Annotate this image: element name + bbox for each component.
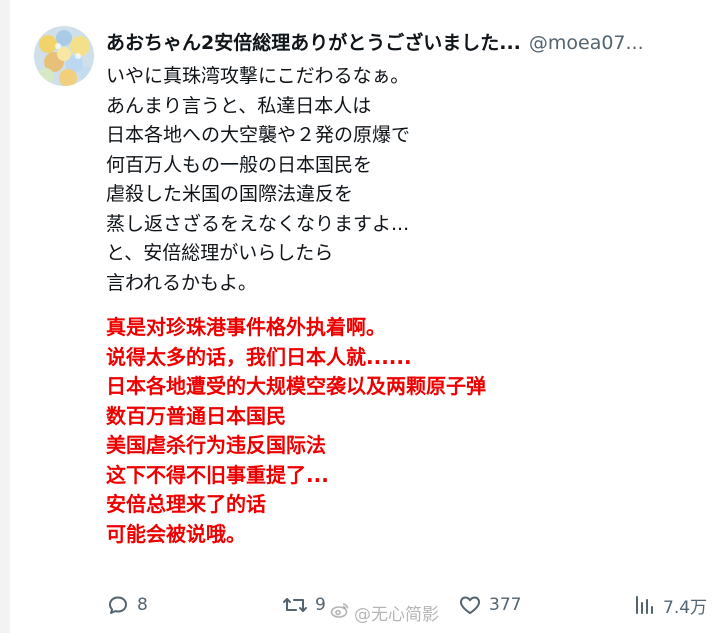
like-count: 377 [489,595,522,615]
tweet-line: 何百万人もの一般の日本国民を [106,153,373,176]
avatar[interactable] [34,26,94,86]
tweet-line: と、安倍総理がいらしたら [106,242,334,264]
weibo-watermark: @无心简影 [330,599,439,625]
tweet-body-japanese: いやに真珠湾攻撃にこだわるなぁ。 あんまり言うと、私達日本人は 日本各地への大空… [106,62,706,298]
translation-line: 真是对珍珠港事件格外执着啊。 [106,315,386,339]
views-count: 7.4万 [663,597,708,618]
tweet-line: 言われるかもよ。 [106,271,258,294]
translation-line: 这下不得不旧事重提了... [106,462,329,487]
tweet-card: あおちゃん2安倍総理ありがとうございました... @moea07... いやに真珠… [0,0,727,633]
retweet-button[interactable]: 9 [282,588,326,622]
tweet-line: 虐殺した米国の国際法違反を [106,183,354,205]
like-button[interactable]: 377 [458,588,521,622]
retweet-icon [282,593,308,617]
translation-overlay: 真是对珍珠港事件格外执着啊。 说得太多的话，我们日本人就...... 日本各地遭… [106,313,706,549]
translation-line: 安倍总理来了的话 [106,492,266,516]
translation-line: 数百万普通日本国民 [106,403,286,428]
translation-line: 说得太多的话，我们日本人就...... [106,344,412,369]
views-icon [634,593,656,617]
weibo-icon [330,601,350,624]
translation-line: 可能会被说哦。 [106,521,246,546]
reply-button[interactable]: 8 [106,588,148,622]
card-left-edge [0,0,10,633]
tweet-line: あんまり言うと、私達日本人は [106,94,372,117]
reply-icon [106,593,130,617]
retweet-count: 9 [315,595,326,615]
tweet-line: 日本各地への大空襲や２発の原爆で [106,124,411,146]
display-name[interactable]: あおちゃん2安倍総理ありがとうございました... [106,32,521,54]
tweet-line: 蒸し返さざるをえなくなりますよ... [106,212,410,235]
views-button[interactable]: 7.4万 [634,588,707,622]
reply-count: 8 [137,595,148,615]
translation-line: 日本各地遭受的大规模空袭以及两颗原子弹 [106,374,486,398]
heart-icon [458,593,482,617]
watermark-text: @无心简影 [354,604,439,625]
tweet-line: いやに真珠湾攻撃にこだわるなぁ。 [106,65,410,87]
translation-line: 美国虐杀行为违反国际法 [106,433,326,457]
user-handle[interactable]: @moea07... [529,32,644,54]
tweet-header: あおちゃん2安倍総理ありがとうございました... @moea07... [106,30,721,56]
